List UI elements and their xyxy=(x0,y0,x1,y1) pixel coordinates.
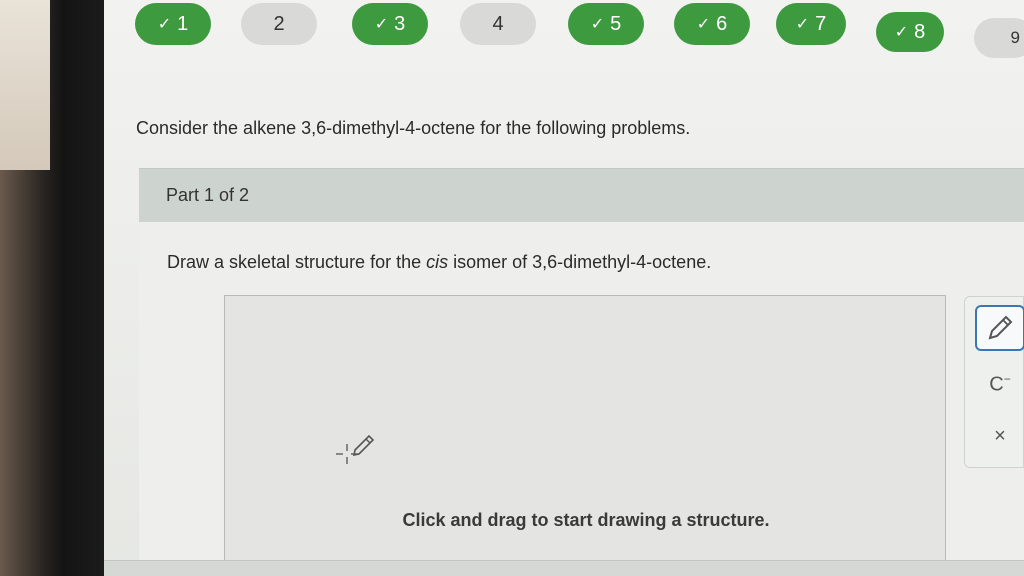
drawing-canvas[interactable]: Click and drag to start drawing a struct… xyxy=(224,295,946,576)
question-pill-4[interactable]: 4 xyxy=(460,3,536,45)
check-icon: ✓ xyxy=(590,16,605,33)
canvas-hint: Click and drag to start drawing a struct… xyxy=(402,510,770,530)
check-icon: ✓ xyxy=(696,16,711,33)
bottom-bar xyxy=(104,560,1024,576)
check-icon: ✓ xyxy=(157,16,172,33)
charge-label: C− xyxy=(989,371,1011,396)
prompt-emphasis: cis xyxy=(426,252,449,272)
pencil-icon xyxy=(988,315,1013,340)
question-intro: Consider the alkene 3,6-dimethyl-4-octen… xyxy=(136,118,691,138)
part-body: Draw a skeletal structure for the cis is… xyxy=(139,222,1024,576)
charge-tool-button[interactable]: C− xyxy=(975,361,1024,407)
crosshair-pencil-icon xyxy=(336,434,375,464)
question-nav: ✓ 1 2 ✓ 3 4 ✓ 5 ✓ 6 ✓ 7 ✓ 8 9 xyxy=(104,0,1024,60)
question-pill-3[interactable]: ✓ 3 xyxy=(352,3,428,45)
question-pill-9[interactable]: 9 xyxy=(974,18,1024,58)
close-icon: × xyxy=(994,424,1006,447)
part-header: Part 1 of 2 xyxy=(139,168,1024,222)
check-icon: ✓ xyxy=(894,24,909,41)
laptop-bezel xyxy=(0,0,104,576)
check-icon: ✓ xyxy=(795,16,810,33)
question-pill-6[interactable]: ✓ 6 xyxy=(674,3,750,45)
part-label: Part 1 of 2 xyxy=(166,185,250,205)
check-icon: ✓ xyxy=(374,16,389,33)
question-pill-2[interactable]: 2 xyxy=(241,3,317,45)
part-prompt: Draw a skeletal structure for the cis is… xyxy=(167,252,712,272)
question-pill-8[interactable]: ✓ 8 xyxy=(876,12,944,52)
question-pill-5[interactable]: ✓ 5 xyxy=(568,3,644,45)
drawing-toolbar: C− × xyxy=(964,296,1024,468)
clear-button[interactable]: × xyxy=(975,413,1024,459)
pencil-tool-button[interactable] xyxy=(975,305,1024,351)
screen: ✓ 1 2 ✓ 3 4 ✓ 5 ✓ 6 ✓ 7 ✓ 8 9 Consider t… xyxy=(104,0,1024,576)
question-pill-1[interactable]: ✓ 1 xyxy=(135,3,211,45)
question-pill-7[interactable]: ✓ 7 xyxy=(776,3,846,45)
